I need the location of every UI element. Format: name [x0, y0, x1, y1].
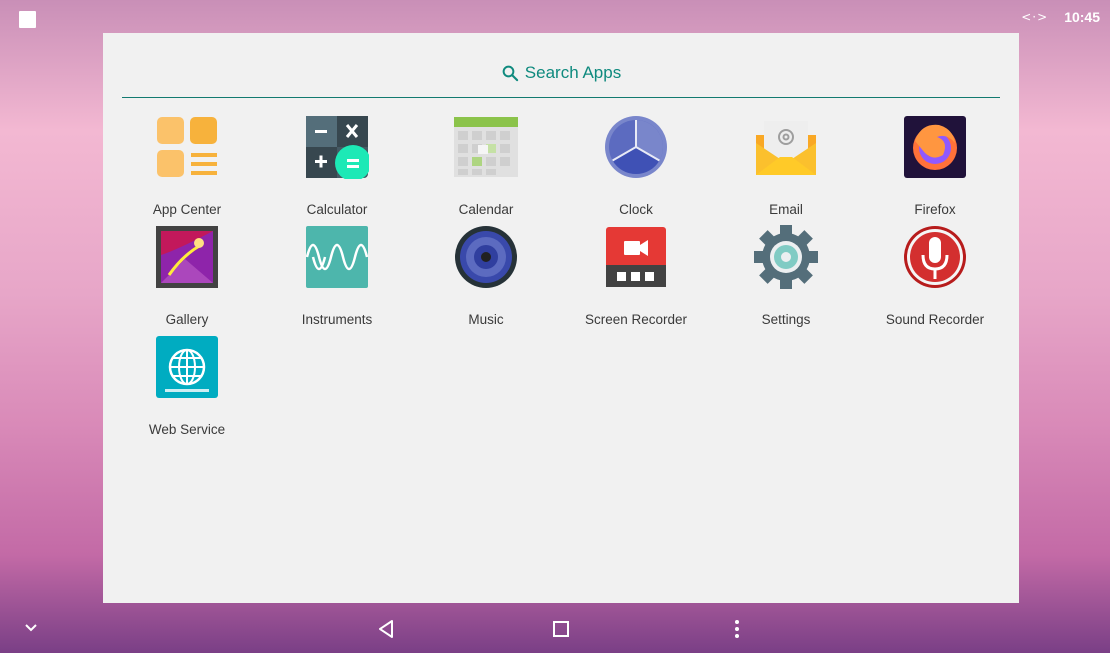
app-label: Web Service: [148, 422, 226, 437]
settings-icon: [754, 225, 818, 289]
app-label: Instruments: [301, 312, 373, 327]
app-label: Calendar: [458, 202, 514, 217]
app-label: Calculator: [306, 202, 368, 217]
navigation-bar: [0, 603, 1110, 653]
web-service-icon: [156, 336, 218, 398]
status-bar: <·> 10:45: [0, 0, 1110, 36]
app-gallery[interactable]: Gallery: [112, 225, 262, 335]
app-label: Email: [769, 202, 803, 217]
search-apps-button[interactable]: Search Apps: [103, 60, 1019, 86]
app-screen-recorder[interactable]: Screen Recorder: [561, 225, 711, 335]
app-label: Clock: [619, 202, 653, 217]
more-vert-icon[interactable]: [733, 618, 741, 640]
app-sound-recorder[interactable]: Sound Recorder: [860, 225, 1010, 335]
app-label: Settings: [761, 312, 811, 327]
screen-recorder-icon: [606, 227, 666, 287]
clock-time: 10:45: [1064, 9, 1100, 25]
search-divider: [122, 97, 1000, 98]
app-center-icon: [157, 117, 217, 177]
back-icon[interactable]: [377, 619, 397, 639]
app-calculator[interactable]: Calculator: [262, 115, 412, 225]
app-label: Screen Recorder: [584, 312, 688, 327]
instruments-icon: [305, 226, 369, 288]
app-clock[interactable]: Clock: [561, 115, 711, 225]
firefox-icon: [904, 116, 966, 178]
app-label: Sound Recorder: [885, 312, 985, 327]
recents-icon[interactable]: [552, 620, 570, 638]
app-calendar[interactable]: Calendar: [411, 115, 561, 225]
chevron-down-icon[interactable]: [24, 623, 38, 633]
calendar-icon: [454, 117, 518, 177]
app-label: Gallery: [165, 312, 209, 327]
gallery-icon: [156, 226, 218, 288]
sound-recorder-icon: [904, 226, 966, 288]
app-web-service[interactable]: Web Service: [112, 335, 262, 445]
app-label: Music: [468, 312, 504, 327]
clock-icon: [605, 116, 667, 178]
app-settings[interactable]: Settings: [711, 225, 861, 335]
search-icon: [502, 65, 518, 82]
sync-icon: <·>: [1021, 10, 1049, 24]
email-icon: [756, 121, 816, 175]
app-drawer: Search Apps App Center Calculator Calend…: [103, 33, 1019, 603]
app-instruments[interactable]: Instruments: [262, 225, 412, 335]
app-app-center[interactable]: App Center: [112, 115, 262, 225]
app-music[interactable]: Music: [411, 225, 561, 335]
search-apps-label: Search Apps: [524, 63, 622, 82]
calculator-icon: [306, 116, 369, 179]
app-email[interactable]: Email: [711, 115, 861, 225]
music-icon: [455, 226, 517, 288]
app-firefox[interactable]: Firefox: [860, 115, 1010, 225]
app-label: Firefox: [914, 202, 956, 217]
notification-icon: [19, 11, 36, 28]
app-label: App Center: [152, 202, 222, 217]
